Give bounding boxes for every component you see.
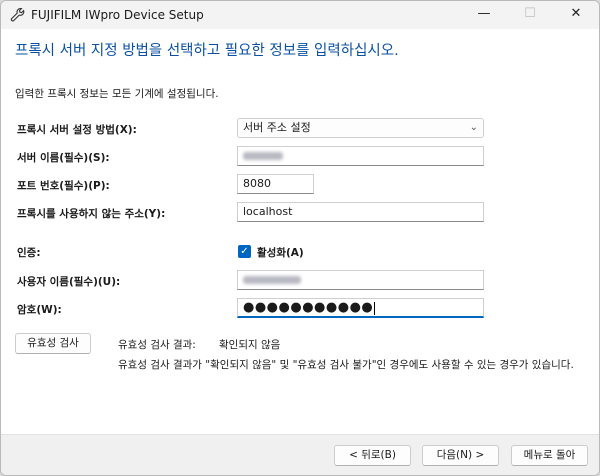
next-button[interactable]: 다음(N) > <box>422 445 499 466</box>
wrench-icon <box>10 7 25 22</box>
page-heading: 프록시 서버 지정 방법을 선택하고 필요한 정보를 입력하십시오. <box>15 43 399 59</box>
proxy-method-select[interactable]: 서버 주소 설정 ⌄ <box>237 118 484 138</box>
close-button[interactable]: ✕ <box>553 1 599 29</box>
text-caret <box>374 301 376 315</box>
setup-window: FUJIFILM IWpro Device Setup — ☐ ✕ 프록시 서버… <box>0 0 600 476</box>
noproxy-input[interactable]: localhost <box>237 202 484 222</box>
window-title: FUJIFILM IWpro Device Setup <box>31 8 204 22</box>
username-input[interactable] <box>237 270 484 290</box>
blurred-server-name <box>243 152 283 160</box>
footer-bar: < 뒤로(B) 다음(N) > 메뉴로 돌아 <box>1 434 599 475</box>
validation-result-label: 유효성 검사 결과: <box>118 339 196 351</box>
maximize-button[interactable]: ☐ <box>507 1 553 29</box>
auth-checkbox-label[interactable]: 활성화(A) <box>257 245 304 260</box>
password-dots: ●●●●●●●●●●● <box>243 300 374 315</box>
chevron-down-icon: ⌄ <box>469 122 478 133</box>
title-bar: FUJIFILM IWpro Device Setup — ☐ ✕ <box>1 1 599 29</box>
password-label: 암호(W): <box>17 304 62 316</box>
minimize-button[interactable]: — <box>461 1 507 29</box>
validation-note: 유효성 검사 결과가 "확인되지 않음" 및 "유효성 검사 불가"인 경우에도… <box>118 359 574 371</box>
validate-button[interactable]: 유효성 검사 <box>15 333 91 354</box>
password-input[interactable]: ●●●●●●●●●●● <box>237 298 484 318</box>
return-to-menu-button[interactable]: 메뉴로 돌아 <box>511 445 588 466</box>
validation-result-value: 확인되지 않음 <box>219 339 281 351</box>
method-label: 프록시 서버 설정 방법(X): <box>17 124 137 136</box>
port-label: 포트 번호(필수)(P): <box>17 180 110 192</box>
back-button[interactable]: < 뒤로(B) <box>334 445 411 466</box>
noproxy-label: 프록시를 사용하지 않는 주소(Y): <box>17 208 166 220</box>
auth-checkbox[interactable]: ✓ <box>238 245 251 258</box>
username-label: 사용자 이름(필수)(U): <box>17 276 121 288</box>
server-name-input[interactable] <box>237 146 484 166</box>
port-input[interactable]: 8080 <box>237 174 314 194</box>
blurred-username <box>243 276 301 284</box>
server-label: 서버 이름(필수)(S): <box>17 152 110 164</box>
info-text: 입력한 프록시 정보는 모든 기계에 설정됩니다. <box>15 88 219 100</box>
auth-label: 인증: <box>17 247 41 259</box>
proxy-method-value: 서버 주소 설정 <box>243 121 311 134</box>
